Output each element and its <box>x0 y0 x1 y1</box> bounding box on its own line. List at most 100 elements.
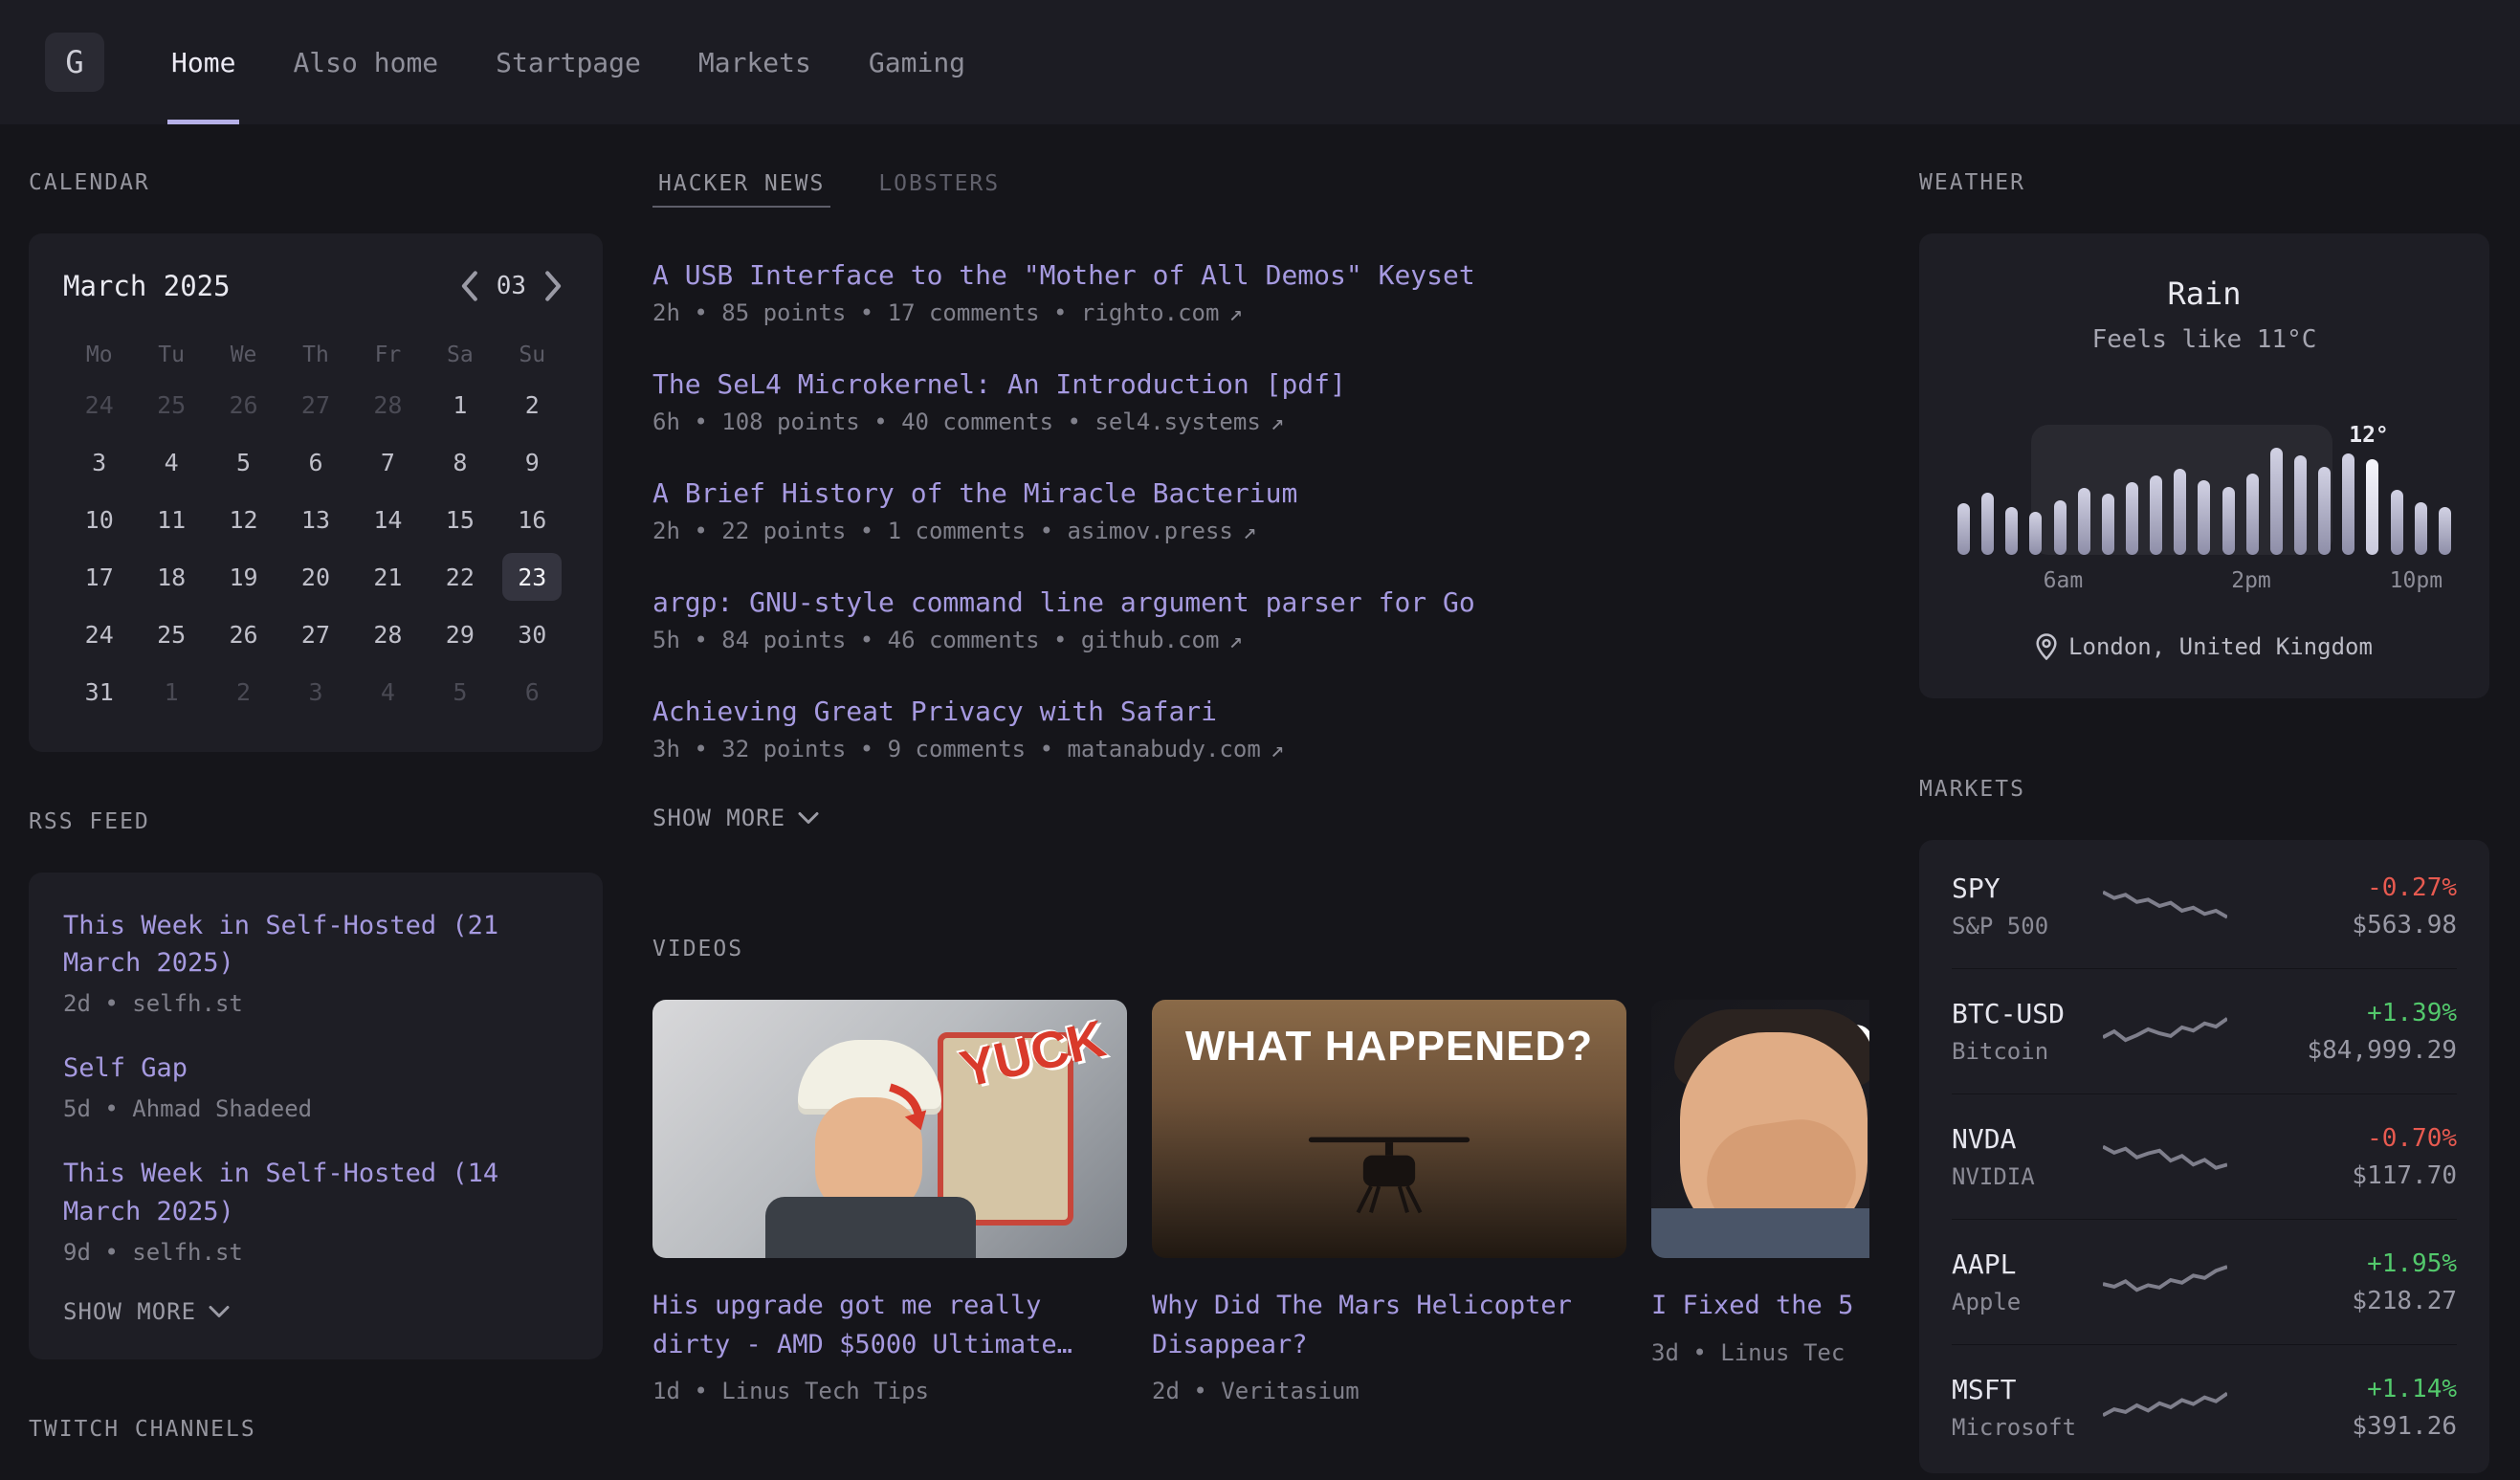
news-item-link[interactable]: Achieving Great Privacy with Safari <box>652 696 1869 727</box>
nav-item-markets[interactable]: Markets <box>695 0 815 124</box>
weather-hour-bar <box>2246 474 2259 555</box>
video-card: DO TH T I Fixed the 5 Power Connect 3d •… <box>1651 1000 1869 1404</box>
weather-hour-bar <box>2029 512 2042 555</box>
rss-item-link[interactable]: This Week in Self-Hosted (21 March 2025) <box>63 907 568 982</box>
video-title-link[interactable]: His upgrade got me really dirty - AMD $5… <box>652 1287 1127 1364</box>
rss-item-meta: 5d • Ahmad Shadeed <box>63 1095 568 1122</box>
red-arrow-icon <box>882 1082 936 1136</box>
video-thumbnail[interactable]: YUCK <box>652 1000 1127 1258</box>
video-meta: 1d • Linus Tech Tips <box>652 1378 1127 1404</box>
calendar-day: 29 <box>431 610 490 658</box>
market-row[interactable]: NVDA NVIDIA -0.70% $117.70 <box>1952 1093 2457 1219</box>
chevron-left-icon <box>458 270 479 302</box>
external-link-icon[interactable]: ↗ <box>1228 299 1242 326</box>
nav-item-startpage[interactable]: Startpage <box>492 0 645 124</box>
market-row[interactable]: SPY S&P 500 -0.27% $563.98 <box>1952 844 2457 968</box>
video-card: YUCK His upgrade got me really dirty - A… <box>652 1000 1127 1404</box>
weather-hour-bar <box>2342 453 2354 555</box>
markets-section-title: MARKETS <box>1919 777 2489 802</box>
tab-lobsters[interactable]: LOBSTERS <box>873 170 1006 208</box>
weather-hour-bar <box>2222 487 2235 555</box>
rss-item-link[interactable]: This Week in Self-Hosted (14 March 2025) <box>63 1155 568 1229</box>
weather-hour-bar <box>2294 455 2307 555</box>
markets-widget: SPY S&P 500 -0.27% $563.98 BTC-USD Bitco… <box>1919 840 2489 1473</box>
weather-hour-bar <box>2415 502 2427 555</box>
rss-item-meta: 9d • selfh.st <box>63 1239 568 1266</box>
weather-widget: Rain Feels like 11°C 12° 6am2pm10pm Lond… <box>1919 233 2489 698</box>
market-sparkline <box>2103 1257 2227 1307</box>
market-row[interactable]: AAPL Apple +1.95% $218.27 <box>1952 1219 2457 1344</box>
market-price: $84,999.29 <box>2256 1036 2457 1065</box>
rss-show-more-button[interactable]: SHOW MORE <box>63 1298 231 1325</box>
calendar-day: 8 <box>431 438 490 486</box>
weather-hour-bar <box>2005 507 2018 555</box>
tab-hacker-news[interactable]: HACKER NEWS <box>652 170 830 208</box>
calendar-day: 18 <box>142 553 201 601</box>
calendar-prev-button[interactable] <box>454 266 483 306</box>
calendar-day: 31 <box>70 668 129 716</box>
app-logo[interactable]: G <box>45 33 104 92</box>
market-ticker: NVDA <box>1952 1123 2103 1155</box>
calendar-day: 25 <box>142 381 201 429</box>
news-show-more-button[interactable]: SHOW MORE <box>652 805 820 831</box>
calendar-day: 4 <box>358 668 417 716</box>
weather-hourly-chart: 12° <box>1957 442 2451 555</box>
weather-hour-bar <box>2198 480 2210 555</box>
market-ticker: MSFT <box>1952 1374 2103 1405</box>
weather-hour-bar <box>2439 507 2451 555</box>
rss-item-link[interactable]: Self Gap <box>63 1049 568 1087</box>
video-card: WHAT HAPPENED? Why Did The Mars Helicopt… <box>1152 1000 1626 1404</box>
weather-feels-like: Feels like 11°C <box>1957 325 2451 354</box>
nav-item-home[interactable]: Home <box>167 0 239 124</box>
weekday-label: Mo <box>63 342 135 367</box>
video-title-link[interactable]: Why Did The Mars Helicopter Disappear? <box>1152 1287 1626 1364</box>
market-name: Bitcoin <box>1952 1038 2103 1065</box>
external-link-icon[interactable]: ↗ <box>1228 627 1242 653</box>
calendar-day: 6 <box>502 668 562 716</box>
video-meta: 3d • Linus Tec <box>1651 1339 1869 1366</box>
nav-item-gaming[interactable]: Gaming <box>865 0 969 124</box>
calendar-day: 28 <box>358 610 417 658</box>
calendar-day: 1 <box>431 381 490 429</box>
news-item-link[interactable]: argp: GNU-style command line argument pa… <box>652 586 1869 618</box>
market-price: $563.98 <box>2256 911 2457 939</box>
weather-hour-bar <box>2174 469 2186 555</box>
video-thumbnail[interactable]: WHAT HAPPENED? <box>1152 1000 1626 1258</box>
rss-widget: This Week in Self-Hosted (21 March 2025)… <box>29 873 603 1359</box>
news-item-link[interactable]: A Brief History of the Miracle Bacterium <box>652 477 1869 509</box>
weather-hour-bar <box>2126 482 2138 555</box>
video-title-link[interactable]: I Fixed the 5 Power Connect <box>1651 1287 1869 1326</box>
calendar-day: 4 <box>142 438 201 486</box>
external-link-icon[interactable]: ↗ <box>1271 736 1284 762</box>
market-row[interactable]: BTC-USD Bitcoin +1.39% $84,999.29 <box>1952 968 2457 1093</box>
weather-section-title: WEATHER <box>1919 170 2489 195</box>
calendar-day: 24 <box>70 381 129 429</box>
weekday-label: We <box>208 342 279 367</box>
calendar-day: 22 <box>431 553 490 601</box>
calendar-month-nav: 03 <box>454 266 568 306</box>
weekday-label: Fr <box>352 342 424 367</box>
news-item-link[interactable]: The SeL4 Microkernel: An Introduction [p… <box>652 368 1869 400</box>
weather-hour-bar <box>2102 494 2114 555</box>
weather-time-label: 6am <box>2044 568 2084 593</box>
videos-row: YUCK His upgrade got me really dirty - A… <box>652 1000 1869 1404</box>
calendar-day: 5 <box>431 668 490 716</box>
calendar-day: 30 <box>502 610 562 658</box>
weather-location: London, United Kingdom <box>1957 633 2451 660</box>
right-column: WEATHER Rain Feels like 11°C 12° 6am2pm1… <box>1919 170 2489 1480</box>
rss-item-meta: 2d • selfh.st <box>63 990 568 1017</box>
weekday-label: Tu <box>135 342 207 367</box>
calendar-day: 26 <box>214 610 274 658</box>
market-row[interactable]: MSFT Microsoft +1.14% $391.26 <box>1952 1344 2457 1469</box>
calendar-next-button[interactable] <box>540 266 568 306</box>
weather-section: WEATHER Rain Feels like 11°C 12° 6am2pm1… <box>1919 170 2489 698</box>
news-item-meta-text: 2h • 85 points • 17 comments • righto.co… <box>652 299 1219 326</box>
external-link-icon[interactable]: ↗ <box>1243 518 1256 544</box>
calendar-day: 2 <box>214 668 274 716</box>
market-sparkline <box>2103 1132 2227 1182</box>
external-link-icon[interactable]: ↗ <box>1271 409 1284 435</box>
nav-item-also-home[interactable]: Also home <box>289 0 442 124</box>
news-item-link[interactable]: A USB Interface to the "Mother of All De… <box>652 259 1869 291</box>
show-more-label: SHOW MORE <box>652 805 785 831</box>
video-thumbnail[interactable]: DO TH T <box>1651 1000 1869 1258</box>
